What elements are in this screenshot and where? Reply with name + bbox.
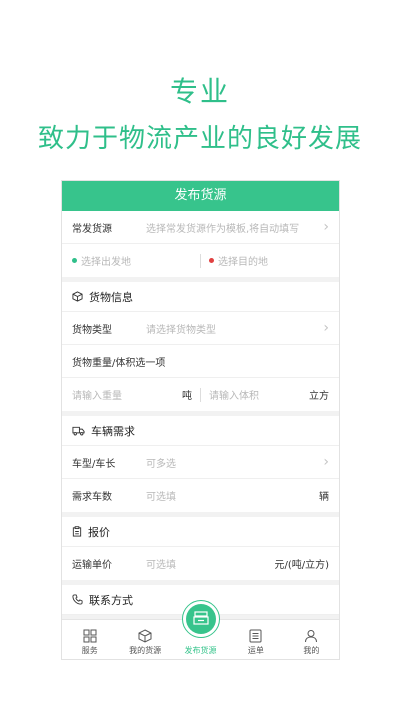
tab-mine-label: 我的 bbox=[303, 646, 320, 655]
destination-dot-icon bbox=[209, 258, 214, 263]
tab-my-cargo-label: 我的货源 bbox=[129, 646, 162, 655]
hero-title: 专业 bbox=[169, 75, 230, 108]
weight-unit: 吨 bbox=[182, 391, 192, 402]
cube-icon bbox=[72, 291, 83, 302]
cargo-type-row[interactable]: 货物类型 请选择货物类型 › bbox=[62, 312, 339, 345]
cargo-type-label: 货物类型 bbox=[72, 324, 112, 336]
page-title: 发布货源 bbox=[62, 181, 339, 211]
unit-price-placeholder: 可选填 bbox=[146, 560, 176, 571]
truck-icon bbox=[72, 426, 85, 435]
volume-unit: 立方 bbox=[309, 391, 329, 402]
tab-service[interactable]: 服务 bbox=[62, 620, 117, 659]
chevron-right-icon: › bbox=[323, 320, 329, 336]
weight-volume-input-row: 请输入重量 吨 请输入体积 立方 bbox=[62, 378, 339, 411]
cargo-header: 货物信息 bbox=[62, 282, 339, 312]
origin-dot-icon bbox=[72, 258, 77, 263]
price-header: 报价 bbox=[62, 517, 339, 547]
publish-icon bbox=[185, 604, 216, 634]
bottom-tab-bar: 服务 我的货源 发布货源 运单 我的 bbox=[62, 600, 339, 659]
vehicle-count-row[interactable]: 需求车数 可选填 辆 bbox=[62, 479, 339, 512]
list-icon bbox=[249, 629, 262, 643]
vehicle-header: 车辆需求 bbox=[62, 416, 339, 446]
weight-volume-divider bbox=[200, 387, 201, 402]
cargo-title: 货物信息 bbox=[89, 290, 133, 304]
publish-button[interactable] bbox=[181, 600, 220, 638]
weight-volume-hint-row: 货物重量/体积选一项 bbox=[62, 345, 339, 378]
phone-screen: 发布货源 常发货源 选择常发货源作为模板,将自动填写 › 选择出发地 选择目的地 bbox=[61, 180, 340, 660]
box-icon bbox=[138, 629, 152, 643]
volume-input[interactable]: 请输入体积 立方 bbox=[209, 387, 329, 402]
tab-publish-label: 发布货源 bbox=[184, 646, 217, 655]
common-source-label: 常发货源 bbox=[72, 223, 112, 235]
destination-placeholder: 选择目的地 bbox=[218, 257, 268, 268]
common-source-placeholder: 选择常发货源作为模板,将自动填写 bbox=[146, 223, 300, 235]
tab-service-label: 服务 bbox=[81, 646, 98, 655]
tab-mine[interactable]: 我的 bbox=[284, 620, 339, 659]
price-section: 报价 运输单价 可选填 元/(吨/立方) bbox=[62, 517, 339, 580]
vehicle-count-placeholder: 可选填 bbox=[146, 492, 176, 503]
vehicle-count-label: 需求车数 bbox=[72, 492, 112, 503]
origin-picker[interactable]: 选择出发地 bbox=[72, 253, 192, 268]
price-title: 报价 bbox=[88, 525, 110, 539]
origin-placeholder: 选择出发地 bbox=[81, 257, 131, 268]
weight-placeholder: 请输入重量 bbox=[72, 391, 122, 402]
unit-price-row[interactable]: 运输单价 可选填 元/(吨/立方) bbox=[62, 547, 339, 580]
cargo-type-placeholder: 请选择货物类型 bbox=[146, 324, 216, 336]
cargo-section: 货物信息 货物类型 请选择货物类型 › 货物重量/体积选一项 请输入重量 吨 请… bbox=[62, 282, 339, 411]
vehicle-model-row[interactable]: 车型/车长 可多选 › bbox=[62, 446, 339, 479]
route-row: 选择出发地 选择目的地 bbox=[62, 244, 339, 277]
vehicle-count-unit: 辆 bbox=[319, 492, 329, 503]
tab-publish[interactable]: 发布货源 bbox=[173, 600, 228, 659]
clipboard-icon bbox=[72, 526, 82, 537]
vehicle-section: 车辆需求 车型/车长 可多选 › 需求车数 可选填 辆 bbox=[62, 416, 339, 512]
form-content: 常发货源 选择常发货源作为模板,将自动填写 › 选择出发地 选择目的地 货物信息… bbox=[62, 211, 339, 659]
destination-picker[interactable]: 选择目的地 bbox=[209, 253, 329, 268]
user-icon bbox=[305, 630, 318, 643]
volume-placeholder: 请输入体积 bbox=[209, 391, 259, 402]
unit-price-label: 运输单价 bbox=[72, 560, 112, 571]
tab-my-cargo[interactable]: 我的货源 bbox=[117, 620, 172, 659]
unit-price-unit: 元/(吨/立方) bbox=[274, 560, 329, 571]
tab-waybill-label: 运单 bbox=[247, 646, 264, 655]
common-source-row[interactable]: 常发货源 选择常发货源作为模板,将自动填写 › bbox=[62, 211, 339, 244]
hero-subtitle: 致力于物流产业的良好发展 bbox=[37, 124, 362, 154]
chevron-right-icon: › bbox=[323, 454, 329, 470]
source-section: 常发货源 选择常发货源作为模板,将自动填写 › 选择出发地 选择目的地 bbox=[62, 211, 339, 277]
weight-input[interactable]: 请输入重量 吨 bbox=[72, 387, 192, 402]
grid-icon bbox=[83, 629, 97, 643]
vehicle-title: 车辆需求 bbox=[91, 424, 135, 438]
phone-icon bbox=[72, 594, 83, 605]
vehicle-model-placeholder: 可多选 bbox=[146, 458, 176, 470]
tab-waybill[interactable]: 运单 bbox=[228, 620, 283, 659]
route-divider bbox=[200, 253, 201, 268]
contact-title: 联系方式 bbox=[89, 593, 133, 607]
chevron-right-icon: › bbox=[323, 219, 329, 235]
weight-volume-label: 货物重量/体积选一项 bbox=[72, 357, 166, 369]
vehicle-model-label: 车型/车长 bbox=[72, 458, 116, 470]
